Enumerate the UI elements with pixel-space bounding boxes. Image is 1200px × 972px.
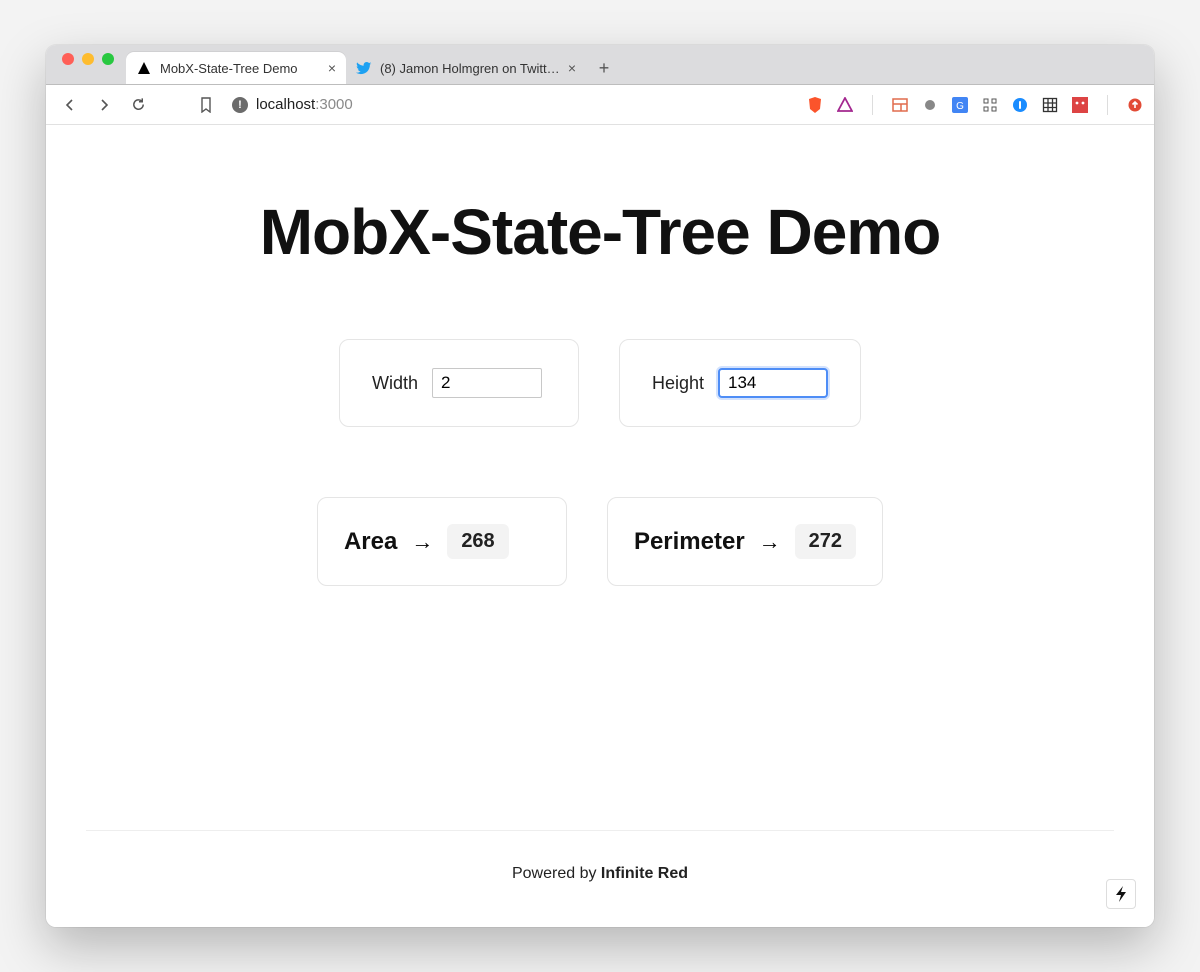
extension-dot-icon[interactable] [921,96,939,114]
minimize-window-button[interactable] [82,53,94,65]
reload-button[interactable] [124,91,152,119]
area-card: Area → 268 [317,497,567,586]
page-title: MobX-State-Tree Demo [46,195,1154,269]
height-input[interactable] [718,368,828,398]
back-button[interactable] [56,91,84,119]
tab-active[interactable]: MobX-State-Tree Demo × [126,52,346,84]
onepassword-icon[interactable] [1011,96,1029,114]
perimeter-value: 272 [795,524,856,559]
toolbar-divider [1107,95,1108,115]
brave-rewards-icon[interactable] [836,96,854,114]
toolbar: ! localhost:3000 G [46,85,1154,125]
result-cards-row: Area → 268 Perimeter → 272 [46,497,1154,586]
perimeter-card: Perimeter → 272 [607,497,883,586]
page-content: MobX-State-Tree Demo Width Height Area →… [46,125,1154,927]
extension-icons: G [806,95,1144,115]
input-cards-row: Width Height [46,339,1154,427]
maximize-window-button[interactable] [102,53,114,65]
close-tab-icon[interactable]: × [328,61,336,75]
tab-title: MobX-State-Tree Demo [160,61,320,76]
dev-tools-badge[interactable] [1106,879,1136,909]
svg-text:G: G [956,101,964,112]
close-tab-icon[interactable]: × [568,61,576,75]
footer-brand: Infinite Red [601,865,688,882]
window-controls [62,53,114,65]
google-translate-icon[interactable]: G [951,96,969,114]
url-path: :3000 [315,96,353,113]
footer: Powered by Infinite Red [46,865,1154,883]
address-bar[interactable]: ! localhost:3000 [232,96,353,113]
footer-prefix: Powered by [512,865,601,882]
width-input[interactable] [432,368,542,398]
tab-title: (8) Jamon Holmgren on Twitter: "A [380,61,560,76]
extension-layout-icon[interactable] [891,96,909,114]
toolbar-divider [872,95,873,115]
twitter-icon [356,60,372,76]
tab-bar: MobX-State-Tree Demo × (8) Jamon Holmgre… [46,45,1154,85]
area-value: 268 [447,524,508,559]
area-label: Area [344,528,397,556]
footer-divider [86,830,1114,831]
extension-upload-icon[interactable] [1126,96,1144,114]
bookmark-button[interactable] [192,91,220,119]
forward-button[interactable] [90,91,118,119]
extension-red-icon[interactable] [1071,96,1089,114]
extension-grid-icon[interactable] [1041,96,1059,114]
height-label: Height [652,373,704,394]
width-card: Width [339,339,579,427]
triangle-icon [136,60,152,76]
arrow-right-icon: → [759,529,781,555]
tab-inactive[interactable]: (8) Jamon Holmgren on Twitter: "A × [346,52,586,84]
new-tab-button[interactable]: + [590,54,618,82]
perimeter-label: Perimeter [634,528,745,556]
lightning-icon [1114,885,1128,903]
brave-shields-icon[interactable] [806,96,824,114]
height-card: Height [619,339,861,427]
close-window-button[interactable] [62,53,74,65]
arrow-right-icon: → [411,529,433,555]
not-secure-icon: ! [232,97,248,113]
width-label: Width [372,373,418,394]
extension-grid-small-icon[interactable] [981,96,999,114]
browser-window: MobX-State-Tree Demo × (8) Jamon Holmgre… [46,45,1154,927]
url-host: localhost [256,96,315,113]
